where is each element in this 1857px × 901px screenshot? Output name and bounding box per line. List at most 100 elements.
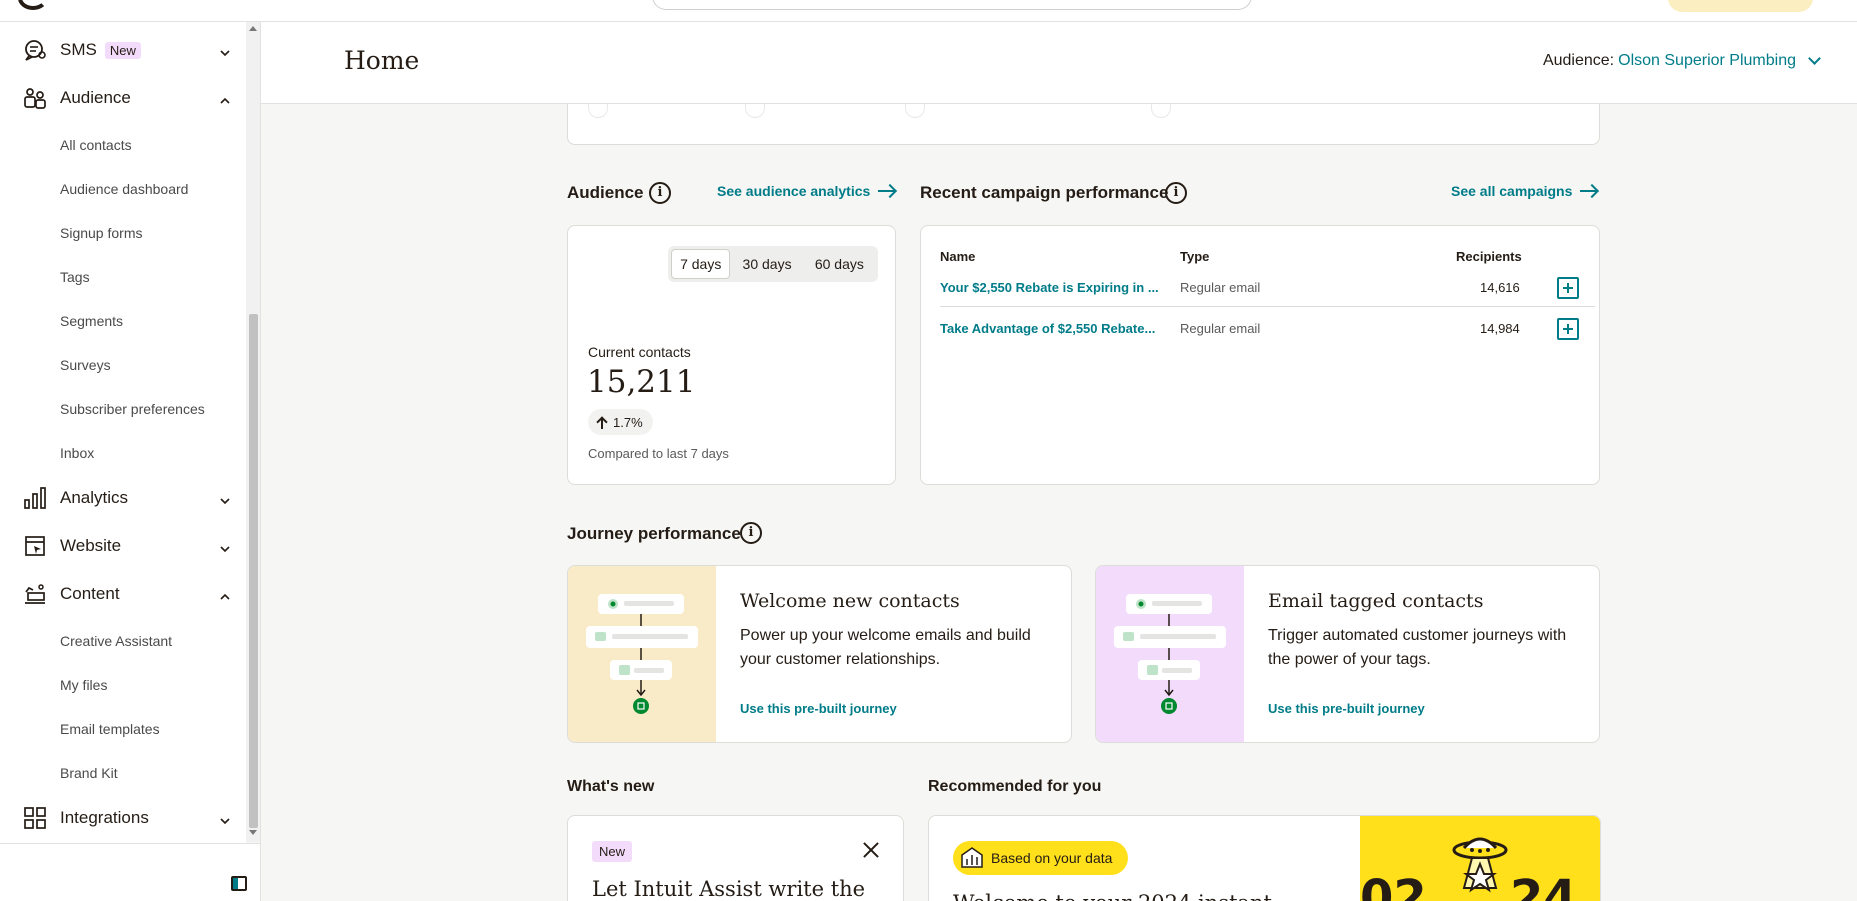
collapse-sidebar-icon[interactable] bbox=[231, 876, 247, 891]
info-icon[interactable]: i bbox=[1165, 182, 1187, 204]
info-icon[interactable]: i bbox=[740, 522, 762, 544]
based-on-data-pill: Based on your data bbox=[953, 841, 1129, 875]
whats-new-card-title: Let Intuit Assist write the bbox=[592, 877, 866, 901]
chevron-down-icon bbox=[1808, 52, 1821, 65]
audience-name: Olson Superior Plumbing bbox=[1618, 52, 1796, 69]
scroll-up-arrow-icon[interactable] bbox=[249, 26, 257, 31]
current-contacts-label: Current contacts bbox=[588, 344, 691, 360]
sidebar-subitem-tags[interactable]: Tags bbox=[60, 269, 90, 285]
step-indicator bbox=[905, 104, 925, 118]
sidebar-subitem-my-files[interactable]: My files bbox=[60, 677, 107, 693]
close-icon[interactable] bbox=[861, 840, 881, 860]
sidebar-item-website[interactable]: Website bbox=[0, 526, 246, 566]
whats-new-card: New Let Intuit Assist write the bbox=[567, 815, 904, 901]
step-indicator bbox=[745, 104, 765, 118]
arrow-up-icon bbox=[596, 416, 608, 429]
data-chart-icon bbox=[959, 845, 985, 872]
column-header-recipients: Recipients bbox=[1456, 249, 1522, 264]
range-7-days[interactable]: 7 days bbox=[671, 249, 731, 279]
sidebar-subitem-inbox[interactable]: Inbox bbox=[60, 445, 94, 461]
sidebar-subitem-segments[interactable]: Segments bbox=[60, 313, 123, 329]
content-icon bbox=[22, 582, 48, 606]
whats-new-title: What's new bbox=[567, 778, 655, 795]
audience-icon bbox=[22, 86, 48, 110]
sidebar-item-audience[interactable]: Audience bbox=[0, 78, 246, 118]
chevron-down-icon bbox=[220, 45, 230, 57]
sidebar-item-label: Website bbox=[60, 536, 122, 555]
journey-card-welcome[interactable]: Welcome new contacts Power up your welco… bbox=[567, 565, 1072, 743]
use-journey-link[interactable]: Use this pre-built journey bbox=[740, 701, 897, 716]
info-icon[interactable]: i bbox=[649, 182, 671, 204]
integrations-grid-icon bbox=[22, 806, 48, 830]
sidebar-nav: SMS New Audience All contacts Audience da… bbox=[0, 22, 246, 842]
svg-text:02: 02 bbox=[1360, 870, 1427, 901]
sidebar-subitem-creative-assistant[interactable]: Creative Assistant bbox=[60, 633, 172, 649]
journey-flow-illustration bbox=[1096, 566, 1244, 742]
sidebar-item-label: SMS bbox=[60, 40, 97, 59]
chevron-down-icon bbox=[220, 813, 230, 825]
scroll-down-arrow-icon[interactable] bbox=[249, 830, 257, 835]
campaign-type: Regular email bbox=[1180, 321, 1261, 336]
see-all-campaigns-link[interactable]: See all campaigns bbox=[1451, 183, 1598, 199]
getting-started-card bbox=[567, 104, 1600, 145]
sidebar-item-content[interactable]: Content bbox=[0, 574, 246, 614]
upgrade-button[interactable] bbox=[1668, 0, 1813, 12]
audience-section-title: Audience bbox=[567, 183, 644, 202]
row-divider bbox=[940, 306, 1595, 307]
audience-selector[interactable]: Audience: Olson Superior Plumbing bbox=[1542, 52, 1821, 70]
chevron-up-icon bbox=[220, 93, 230, 104]
sidebar-subitem-brand-kit[interactable]: Brand Kit bbox=[60, 765, 118, 781]
current-contacts-value: 15,211 bbox=[587, 364, 696, 400]
search-input[interactable] bbox=[652, 0, 1252, 10]
journey-flow-illustration bbox=[568, 566, 716, 742]
sidebar-item-label: Integrations bbox=[60, 808, 149, 827]
sidebar-subitem-email-templates[interactable]: Email templates bbox=[60, 721, 160, 737]
growth-badge: 1.7% bbox=[588, 409, 653, 435]
top-bar bbox=[0, 0, 1857, 22]
journey-card-description: Power up your welcome emails and build y… bbox=[740, 627, 1031, 668]
sidebar-subitem-audience-dashboard[interactable]: Audience dashboard bbox=[60, 181, 188, 197]
new-badge: New bbox=[592, 841, 633, 862]
see-audience-analytics-link[interactable]: See audience analytics bbox=[717, 183, 896, 199]
sidebar-footer bbox=[0, 843, 260, 901]
comparison-note: Compared to last 7 days bbox=[588, 446, 729, 461]
sidebar-subitem-subscriber-preferences[interactable]: Subscriber preferences bbox=[60, 401, 205, 417]
replicate-campaign-icon[interactable] bbox=[1557, 277, 1579, 299]
sidebar: SMS New Audience All contacts Audience da… bbox=[0, 22, 260, 901]
sidebar-item-label: Analytics bbox=[60, 488, 129, 507]
brand-logo[interactable] bbox=[18, 0, 48, 10]
campaign-name-link[interactable]: Your $2,550 Rebate is Expiring in ... bbox=[940, 280, 1162, 295]
new-badge: New bbox=[104, 42, 141, 59]
audience-selector-label: Audience: bbox=[1542, 52, 1615, 69]
replicate-campaign-icon[interactable] bbox=[1557, 318, 1579, 340]
sidebar-item-sms[interactable]: SMS New bbox=[0, 30, 246, 70]
sidebar-divider bbox=[260, 22, 261, 901]
sms-icon bbox=[22, 38, 48, 62]
journey-card-tagged[interactable]: Email tagged contacts Trigger automated … bbox=[1095, 565, 1600, 743]
sidebar-scrollbar-thumb[interactable] bbox=[249, 314, 258, 828]
campaign-type: Regular email bbox=[1180, 280, 1261, 295]
sidebar-subitem-signup-forms[interactable]: Signup forms bbox=[60, 225, 142, 241]
sidebar-subitem-all-contacts[interactable]: All contacts bbox=[60, 137, 132, 153]
page-title: Home bbox=[344, 46, 420, 75]
audience-card: 7 days 30 days 60 days Current contacts … bbox=[567, 225, 896, 485]
range-30-days[interactable]: 30 days bbox=[730, 249, 803, 279]
recommended-card[interactable]: Based on your data Welcome to your 2024 … bbox=[928, 815, 1601, 901]
range-60-days[interactable]: 60 days bbox=[804, 249, 875, 279]
campaign-section-title: Recent campaign performance bbox=[920, 183, 1169, 202]
step-indicator bbox=[588, 104, 608, 118]
svg-text:24: 24 bbox=[1510, 870, 1577, 901]
sidebar-subitem-surveys[interactable]: Surveys bbox=[60, 357, 111, 373]
website-icon bbox=[22, 534, 48, 558]
campaign-recipients: 14,616 bbox=[1480, 280, 1520, 295]
campaign-name-link[interactable]: Take Advantage of $2,550 Rebate... bbox=[940, 321, 1162, 336]
use-journey-link[interactable]: Use this pre-built journey bbox=[1268, 701, 1425, 716]
journey-card-title: Email tagged contacts bbox=[1268, 590, 1484, 612]
journey-card-description: Trigger automated customer journeys with… bbox=[1268, 627, 1567, 668]
sidebar-item-integrations[interactable]: Integrations bbox=[0, 798, 246, 838]
campaign-recipients: 14,984 bbox=[1480, 321, 1520, 336]
arrow-right-icon bbox=[878, 184, 896, 198]
sidebar-item-analytics[interactable]: Analytics bbox=[0, 478, 246, 518]
chevron-up-icon bbox=[220, 589, 230, 600]
sidebar-item-label: Audience bbox=[60, 88, 131, 107]
